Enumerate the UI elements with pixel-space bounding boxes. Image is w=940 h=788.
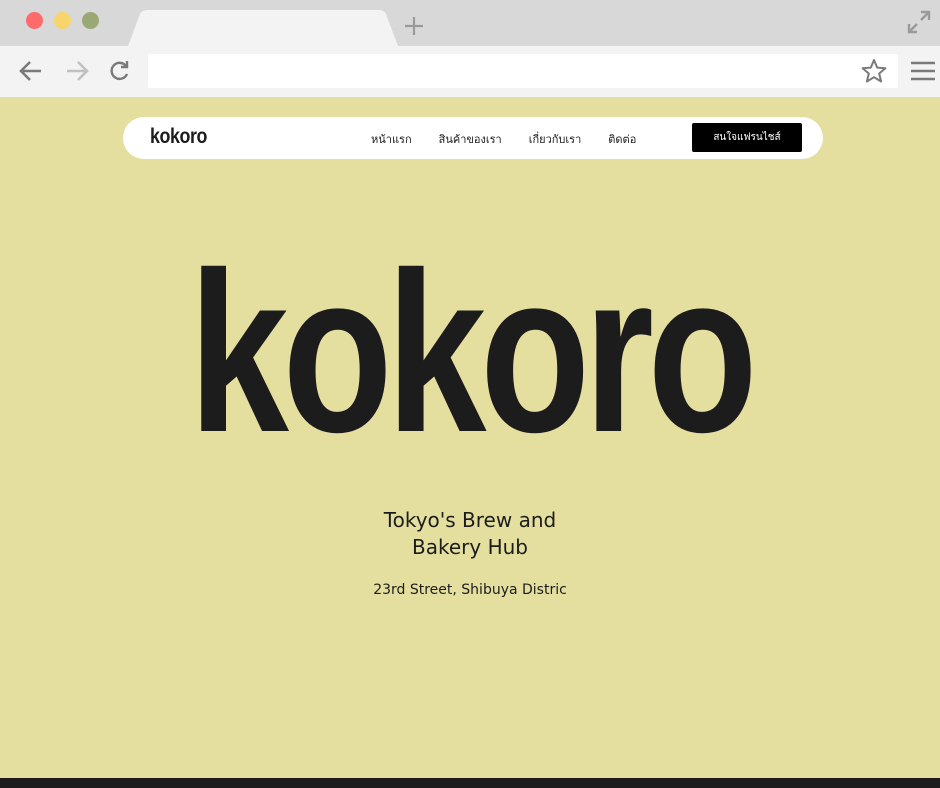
expand-icon[interactable] — [906, 9, 932, 35]
close-dot-icon[interactable] — [26, 12, 43, 29]
star-icon[interactable] — [860, 58, 888, 84]
nav-link-products[interactable]: สินค้าของเรา — [439, 130, 502, 148]
maximize-dot-icon[interactable] — [82, 12, 99, 29]
reload-icon[interactable] — [106, 58, 134, 84]
nav-links: หน้าแรก สินค้าของเรา เกี่ยวกับเรา ติดต่อ — [371, 130, 663, 148]
brand-logo[interactable]: kokoro — [150, 125, 207, 149]
browser-tab[interactable] — [128, 10, 398, 46]
browser-tab-bar — [0, 0, 940, 46]
site-navbar: kokoro หน้าแรก สินค้าของเรา เกี่ยวกับเรา… — [123, 117, 823, 159]
arrow-left-icon[interactable] — [17, 58, 45, 84]
tagline-line-1: Tokyo's Brew and — [383, 508, 557, 532]
nav-link-contact[interactable]: ติดต่อ — [608, 130, 636, 148]
hamburger-icon[interactable] — [910, 60, 936, 82]
tagline-line-2: Bakery Hub — [412, 535, 528, 559]
hero-title: kokoro — [188, 226, 758, 480]
footer-bar — [0, 778, 940, 788]
page-content: kokoro หน้าแรก สินค้าของเรา เกี่ยวกับเรา… — [0, 97, 940, 788]
url-input[interactable] — [148, 54, 898, 88]
franchise-button[interactable]: สนใจแฟรนไชส์ — [692, 123, 802, 152]
nav-link-about[interactable]: เกี่ยวกับเรา — [529, 130, 582, 148]
plus-icon[interactable] — [402, 14, 426, 38]
arrow-right-icon[interactable] — [63, 58, 91, 84]
address: 23rd Street, Shibuya Distric — [373, 582, 567, 598]
tagline: Tokyo's Brew and Bakery Hub — [0, 507, 940, 561]
minimize-dot-icon[interactable] — [54, 12, 71, 29]
nav-link-home[interactable]: หน้าแรก — [371, 130, 412, 148]
